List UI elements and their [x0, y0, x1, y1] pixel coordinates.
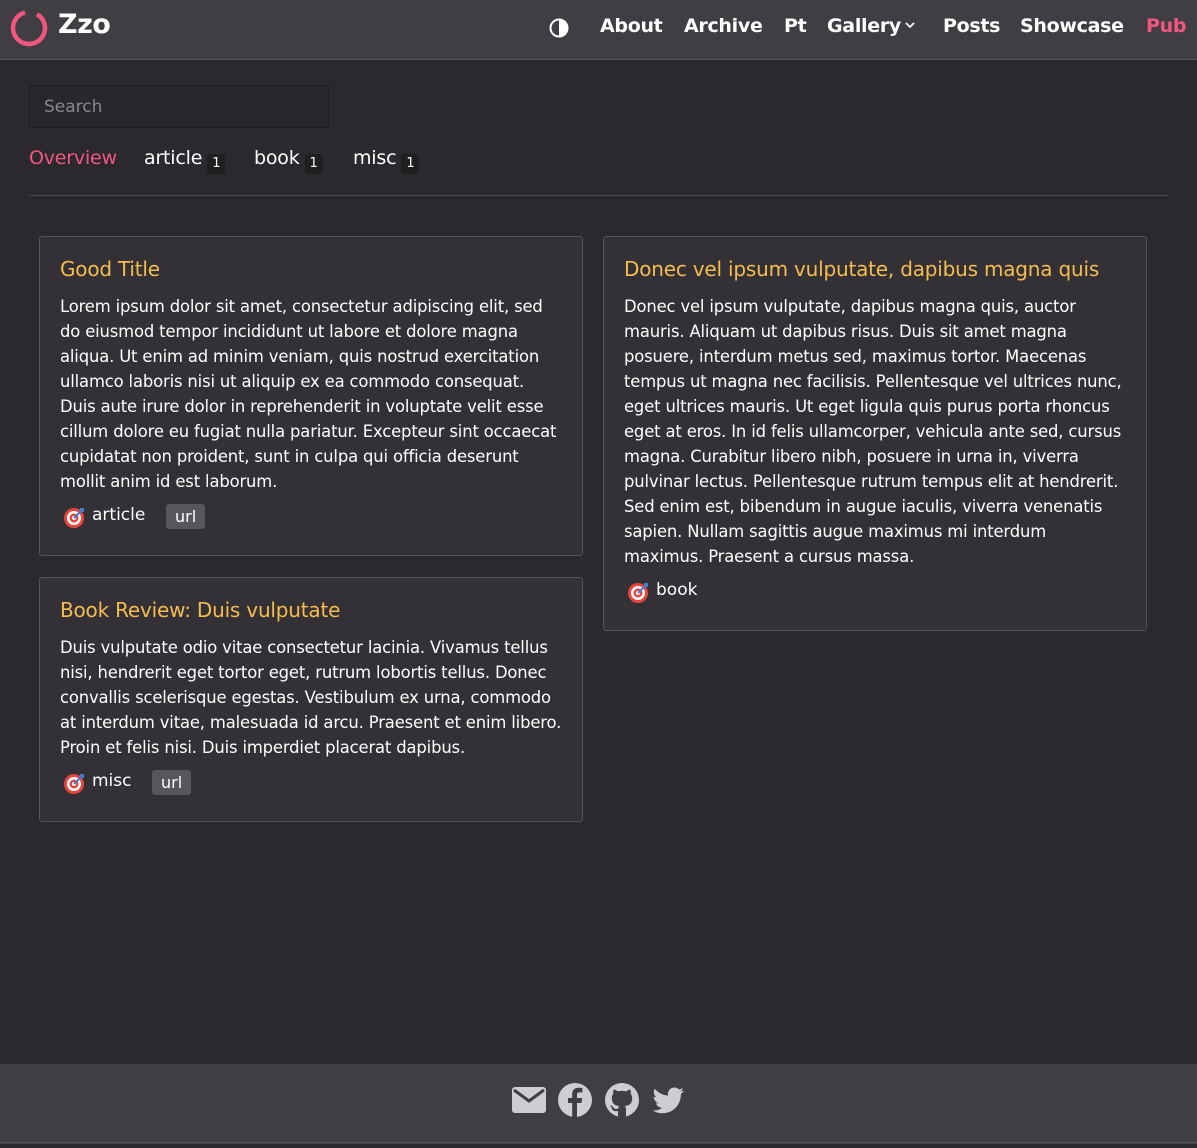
nav-pt[interactable]: Pt: [784, 15, 807, 37]
tab-article-label: article: [144, 147, 203, 169]
category-link[interactable]: misc: [92, 771, 132, 791]
email-icon[interactable]: [511, 1082, 547, 1118]
url-button[interactable]: url: [152, 770, 192, 795]
footer: [0, 1064, 1197, 1144]
card-title[interactable]: Donec vel ipsum vulputate, dapibus magna…: [624, 257, 1126, 281]
facebook-icon[interactable]: [557, 1082, 593, 1118]
target-icon: [64, 508, 84, 528]
card-title[interactable]: Book Review: Duis vulputate: [60, 598, 562, 622]
search-input[interactable]: [29, 85, 329, 128]
card-body: Lorem ipsum dolor sit amet, consectetur …: [60, 297, 557, 491]
count-badge: 1: [401, 154, 420, 174]
chevron-down-icon: [905, 22, 915, 29]
nav-about[interactable]: About: [600, 15, 663, 37]
target-icon: [628, 583, 648, 603]
card-body: Duis vulputate odio vitae consectetur la…: [60, 638, 562, 757]
footer-divider: [0, 1142, 1197, 1143]
divider: [29, 195, 1168, 196]
count-badge: 1: [304, 154, 323, 174]
card-title[interactable]: Good Title: [60, 257, 562, 281]
target-icon: [64, 774, 84, 794]
card-body: Donec vel ipsum vulputate, dapibus magna…: [624, 297, 1122, 566]
navbar: Zzo About Archive Pt Gallery Posts Showc…: [0, 0, 1197, 60]
category-link[interactable]: article: [92, 505, 145, 525]
pub-card: Good Title Lorem ipsum dolor sit amet, c…: [39, 236, 583, 556]
pub-card: Donec vel ipsum vulputate, dapibus magna…: [603, 236, 1147, 631]
url-button[interactable]: url: [166, 504, 206, 529]
pub-card: Book Review: Duis vulputate Duis vulputa…: [39, 577, 583, 822]
tab-misc-label: misc: [353, 147, 397, 169]
nav-showcase[interactable]: Showcase: [1020, 15, 1124, 37]
tab-overview[interactable]: Overview: [29, 147, 117, 169]
github-icon[interactable]: [604, 1082, 640, 1118]
tab-misc[interactable]: misc 1: [353, 147, 420, 174]
card-meta: book: [624, 579, 1126, 605]
twitter-icon[interactable]: [650, 1082, 686, 1118]
nav-archive[interactable]: Archive: [684, 15, 763, 37]
main-nav: About Archive Pt Gallery Posts Showcase …: [0, 15, 1197, 41]
tab-book[interactable]: book 1: [254, 147, 323, 174]
nav-pub[interactable]: Pub: [1146, 15, 1186, 37]
filter-tabs: Overview article 1 book 1 misc 1: [29, 147, 1169, 175]
category-link[interactable]: book: [656, 580, 697, 600]
card-meta: misc url: [60, 770, 562, 796]
tab-book-label: book: [254, 147, 300, 169]
nav-gallery[interactable]: Gallery: [827, 15, 916, 37]
tab-article[interactable]: article 1: [144, 147, 226, 174]
count-badge: 1: [207, 154, 226, 174]
nav-posts[interactable]: Posts: [943, 15, 1000, 37]
card-meta: article url: [60, 504, 562, 530]
nav-gallery-label: Gallery: [827, 15, 901, 37]
